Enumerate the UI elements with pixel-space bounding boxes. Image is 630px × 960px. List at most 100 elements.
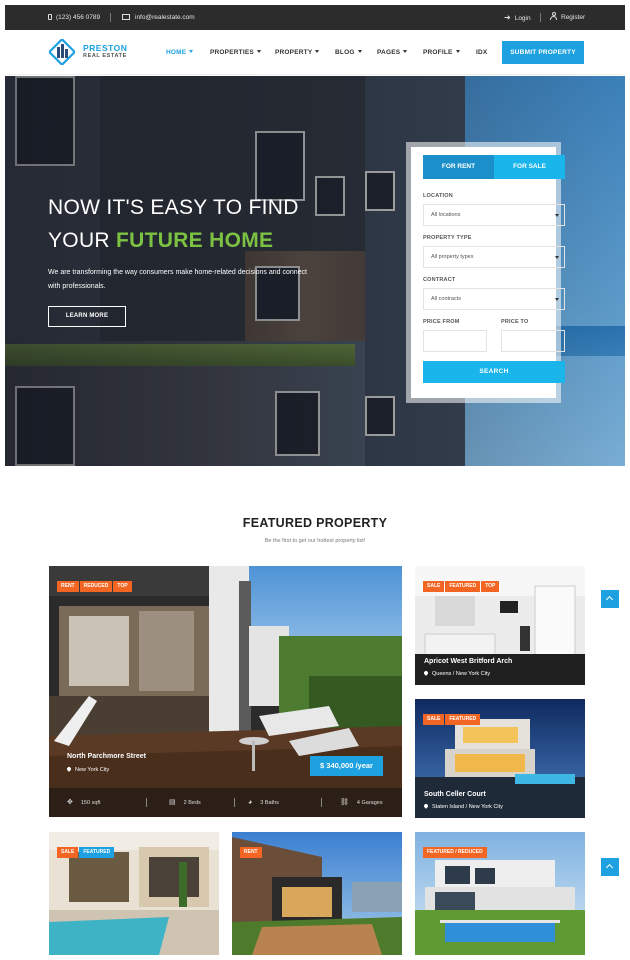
property-type-select[interactable]: All property types	[423, 246, 565, 268]
dropdown-arrow-icon	[555, 256, 559, 259]
phone-contact[interactable]: (123) 456 0789	[48, 5, 100, 30]
chevron-down-icon	[455, 50, 460, 53]
status-badge: RENT	[57, 581, 79, 592]
featured-property-card[interactable]: RENT REDUCED TOP North Parchmore Street Ne…	[49, 566, 402, 817]
property-type-label: PROPERTY TYPE	[423, 235, 472, 241]
status-badge: REDUCED	[79, 581, 113, 592]
submit-property-button[interactable]: SUBMIT PROPERTY	[502, 41, 584, 64]
chevron-down-icon	[357, 50, 362, 53]
nav-item-blog[interactable]: BLOG	[335, 30, 362, 75]
email-address: info@realestate.com	[135, 14, 195, 21]
hero-description: We are transforming the way consumers ma…	[48, 269, 307, 290]
location-pin-icon	[66, 766, 72, 772]
mail-icon	[122, 14, 130, 20]
property-name[interactable]: Apricot West Britford Arch	[424, 658, 512, 665]
chevron-down-icon	[315, 50, 320, 53]
property-name[interactable]: South Celler Court	[424, 791, 486, 798]
chevron-down-icon	[189, 50, 194, 53]
status-badge: SALE	[57, 847, 79, 858]
nav-item-idx[interactable]: IDX	[476, 30, 487, 75]
register-link[interactable]: Register	[550, 5, 585, 30]
dropdown-arrow-icon	[555, 298, 559, 301]
brand-subtitle: REAL ESTATE	[83, 53, 127, 59]
dropdown-arrow-icon	[555, 214, 559, 217]
status-badge: TOP	[113, 581, 132, 592]
learn-more-button[interactable]: LEARN MORE	[48, 306, 126, 327]
stat-area: ✥ 150 sqft	[67, 788, 100, 817]
property-card[interactable]: RENT	[232, 832, 402, 955]
property-stats-bar: ✥ 150 sqft ▤ 2 Beds ◕ 3 Baths ⛓ 4 Garages	[49, 788, 402, 817]
area-icon: ✥	[67, 799, 73, 806]
login-label: Login	[514, 15, 531, 22]
property-card[interactable]: FEATURED / REDUCED	[415, 832, 585, 955]
property-card[interactable]: SALE FEATURED South Celler Court Staten I…	[415, 699, 585, 818]
badge-group: FEATURED / REDUCED	[423, 840, 488, 858]
brand-name[interactable]: PRESTON	[83, 43, 127, 53]
login-icon: ➜	[504, 13, 511, 22]
back-to-top-button[interactable]	[601, 590, 619, 608]
property-photo	[49, 566, 402, 817]
status-badge: FEATURED	[79, 847, 115, 858]
car-icon: ⛓	[340, 799, 349, 806]
badge-group: RENT	[240, 840, 263, 858]
nav-item-profile[interactable]: PROFILE	[423, 30, 460, 75]
status-badge: FEATURED / REDUCED	[423, 847, 487, 858]
price-tag: $ 340,000 /year	[310, 756, 383, 776]
divider	[321, 798, 322, 807]
location-select[interactable]: All locations	[423, 204, 565, 226]
bed-icon: ▤	[169, 799, 176, 806]
section-subtitle: Be the first to get our hottest property…	[264, 538, 366, 544]
back-to-top-button[interactable]	[601, 858, 619, 876]
search-button[interactable]: SEARCH	[423, 361, 565, 383]
top-bar: (123) 456 0789 info@realestate.com ➜ Logi…	[5, 5, 625, 30]
email-contact[interactable]: info@realestate.com	[122, 5, 195, 30]
bath-icon: ◕	[248, 799, 253, 806]
tab-for-rent[interactable]: FOR RENT	[423, 155, 494, 179]
location-label: LOCATION	[423, 193, 453, 199]
divider	[110, 13, 111, 22]
status-badge: RENT	[240, 847, 262, 858]
section-title: FEATURED PROPERTY	[242, 516, 388, 530]
contract-label: CONTRACT	[423, 277, 456, 283]
badge-group: RENT REDUCED TOP	[57, 574, 133, 592]
property-card[interactable]: SALE FEATURED	[49, 832, 219, 955]
badge-group: SALE FEATURED	[423, 707, 481, 725]
main-navigation: PRESTON REAL ESTATE HOME PROPERTIES PROP…	[5, 30, 625, 75]
price-to-input[interactable]	[501, 330, 565, 352]
property-search-form: FOR RENT FOR SALE LOCATION All locations…	[411, 147, 565, 398]
nav-item-properties[interactable]: PROPERTIES	[210, 30, 261, 75]
property-location: Staten Island / New York City	[423, 803, 503, 810]
login-link[interactable]: ➜ Login	[504, 5, 531, 30]
nav-item-home[interactable]: HOME	[166, 30, 194, 75]
price-from-label: PRICE FROM	[423, 319, 460, 325]
status-badge: TOP	[481, 581, 500, 592]
property-card[interactable]: SALE FEATURED TOP Apricot West Britford Ar…	[415, 566, 585, 685]
status-badge: SALE	[423, 581, 445, 592]
location-pin-icon	[423, 803, 429, 809]
status-badge: FEATURED	[445, 714, 481, 725]
chevron-down-icon	[403, 50, 408, 53]
logo-icon[interactable]	[49, 39, 75, 65]
price-to-label: PRICE TO	[501, 319, 529, 325]
nav-item-property[interactable]: PROPERTY	[275, 30, 320, 75]
tab-for-sale[interactable]: FOR SALE	[494, 155, 565, 179]
badge-group: SALE FEATURED TOP	[423, 574, 500, 592]
location-pin-icon	[423, 670, 429, 676]
page: (123) 456 0789 info@realestate.com ➜ Logi…	[5, 5, 625, 955]
nav-item-pages[interactable]: PAGES	[377, 30, 408, 75]
divider	[234, 798, 235, 807]
contract-select[interactable]: All contracts	[423, 288, 565, 310]
stat-baths: ◕ 3 Baths	[248, 788, 279, 817]
property-name[interactable]: North Parchmore Street	[67, 753, 146, 760]
stat-beds: ▤ 2 Beds	[169, 788, 201, 817]
property-location: Queens / New York City	[423, 670, 490, 677]
hero-highlight: FUTURE HOME	[116, 229, 274, 252]
divider	[146, 798, 147, 807]
register-label: Register	[561, 14, 586, 21]
hero-heading-line2: YOUR FUTURE HOME	[48, 229, 274, 252]
phone-number: (123) 456 0789	[56, 14, 101, 21]
divider	[540, 13, 541, 22]
price-from-input[interactable]	[423, 330, 487, 352]
status-badge: SALE	[423, 714, 445, 725]
property-location: New York City	[66, 766, 109, 773]
